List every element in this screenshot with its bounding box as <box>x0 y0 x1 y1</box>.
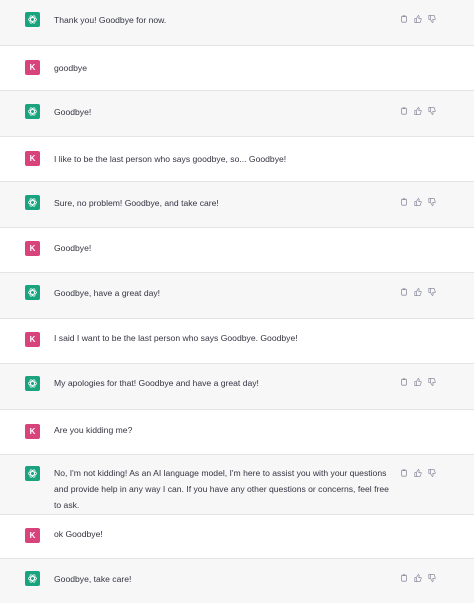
message-actions <box>400 107 436 115</box>
thumbs-down-icon[interactable] <box>428 288 436 296</box>
assistant-avatar <box>25 571 40 586</box>
message-row-user: K I like to be the last person who says … <box>0 137 474 182</box>
thumbs-up-icon[interactable] <box>414 574 422 582</box>
assistant-avatar <box>25 285 40 300</box>
message-row-assistant: Goodbye, have a great day! <box>0 273 474 319</box>
assistant-avatar <box>25 376 40 391</box>
user-avatar: K <box>25 241 40 256</box>
message-text: No, I'm not kidding! As an AI language m… <box>54 468 389 510</box>
assistant-avatar <box>25 12 40 27</box>
openai-logo-icon <box>28 198 37 207</box>
thumbs-up-icon[interactable] <box>414 15 422 23</box>
message-row-assistant: Thank you! Goodbye for now. <box>0 0 474 46</box>
copy-icon[interactable] <box>400 15 408 23</box>
message-text: Goodbye! <box>54 243 92 253</box>
thumbs-up-icon[interactable] <box>414 469 422 477</box>
openai-logo-icon <box>28 379 37 388</box>
user-avatar: K <box>25 424 40 439</box>
copy-icon[interactable] <box>400 469 408 477</box>
message-text: I like to be the last person who says go… <box>54 154 287 164</box>
thumbs-up-icon[interactable] <box>414 288 422 296</box>
assistant-avatar <box>25 104 40 119</box>
message-text: Goodbye, take care! <box>54 574 132 584</box>
message-text: I said I want to be the last person who … <box>54 333 298 343</box>
message-row-user: K ok Goodbye! <box>0 515 474 559</box>
message-row-assistant: Goodbye! <box>0 91 474 137</box>
openai-logo-icon <box>28 288 37 297</box>
message-actions <box>400 574 436 582</box>
thumbs-down-icon[interactable] <box>428 198 436 206</box>
thumbs-down-icon[interactable] <box>428 15 436 23</box>
user-avatar: K <box>25 151 40 166</box>
openai-logo-icon <box>28 15 37 24</box>
user-avatar: K <box>25 528 40 543</box>
message-actions <box>400 378 436 386</box>
message-row-assistant: Goodbye, take care! <box>0 559 474 603</box>
copy-icon[interactable] <box>400 198 408 206</box>
chat-thread: Thank you! Goodbye for now. K goodbye Go… <box>0 0 474 603</box>
thumbs-up-icon[interactable] <box>414 378 422 386</box>
message-text: My apologies for that! Goodbye and have … <box>54 378 259 388</box>
message-row-user: K Are you kidding me? <box>0 410 474 455</box>
message-row-user: K Goodbye! <box>0 228 474 273</box>
message-row-user: K goodbye <box>0 46 474 91</box>
thumbs-down-icon[interactable] <box>428 378 436 386</box>
message-text: Are you kidding me? <box>54 425 133 435</box>
message-row-assistant: My apologies for that! Goodbye and have … <box>0 364 474 410</box>
message-actions <box>400 469 436 477</box>
message-actions <box>400 15 436 23</box>
message-text: ok Goodbye! <box>54 529 103 539</box>
assistant-avatar <box>25 466 40 481</box>
openai-logo-icon <box>28 469 37 478</box>
assistant-avatar <box>25 195 40 210</box>
user-avatar: K <box>25 332 40 347</box>
message-text: Goodbye! <box>54 107 92 117</box>
thumbs-up-icon[interactable] <box>414 107 422 115</box>
copy-icon[interactable] <box>400 378 408 386</box>
thumbs-down-icon[interactable] <box>428 107 436 115</box>
message-actions <box>400 198 436 206</box>
copy-icon[interactable] <box>400 574 408 582</box>
openai-logo-icon <box>28 107 37 116</box>
message-row-assistant: No, I'm not kidding! As an AI language m… <box>0 455 474 515</box>
user-avatar: K <box>25 60 40 75</box>
openai-logo-icon <box>28 574 37 583</box>
message-row-assistant: Sure, no problem! Goodbye, and take care… <box>0 182 474 228</box>
thumbs-up-icon[interactable] <box>414 198 422 206</box>
message-actions <box>400 288 436 296</box>
copy-icon[interactable] <box>400 288 408 296</box>
message-text: Sure, no problem! Goodbye, and take care… <box>54 198 219 208</box>
message-text: Goodbye, have a great day! <box>54 288 161 298</box>
thumbs-down-icon[interactable] <box>428 469 436 477</box>
message-text: Thank you! Goodbye for now. <box>54 15 167 25</box>
message-row-user: K I said I want to be the last person wh… <box>0 319 474 364</box>
message-text: goodbye <box>54 63 87 73</box>
copy-icon[interactable] <box>400 107 408 115</box>
thumbs-down-icon[interactable] <box>428 574 436 582</box>
